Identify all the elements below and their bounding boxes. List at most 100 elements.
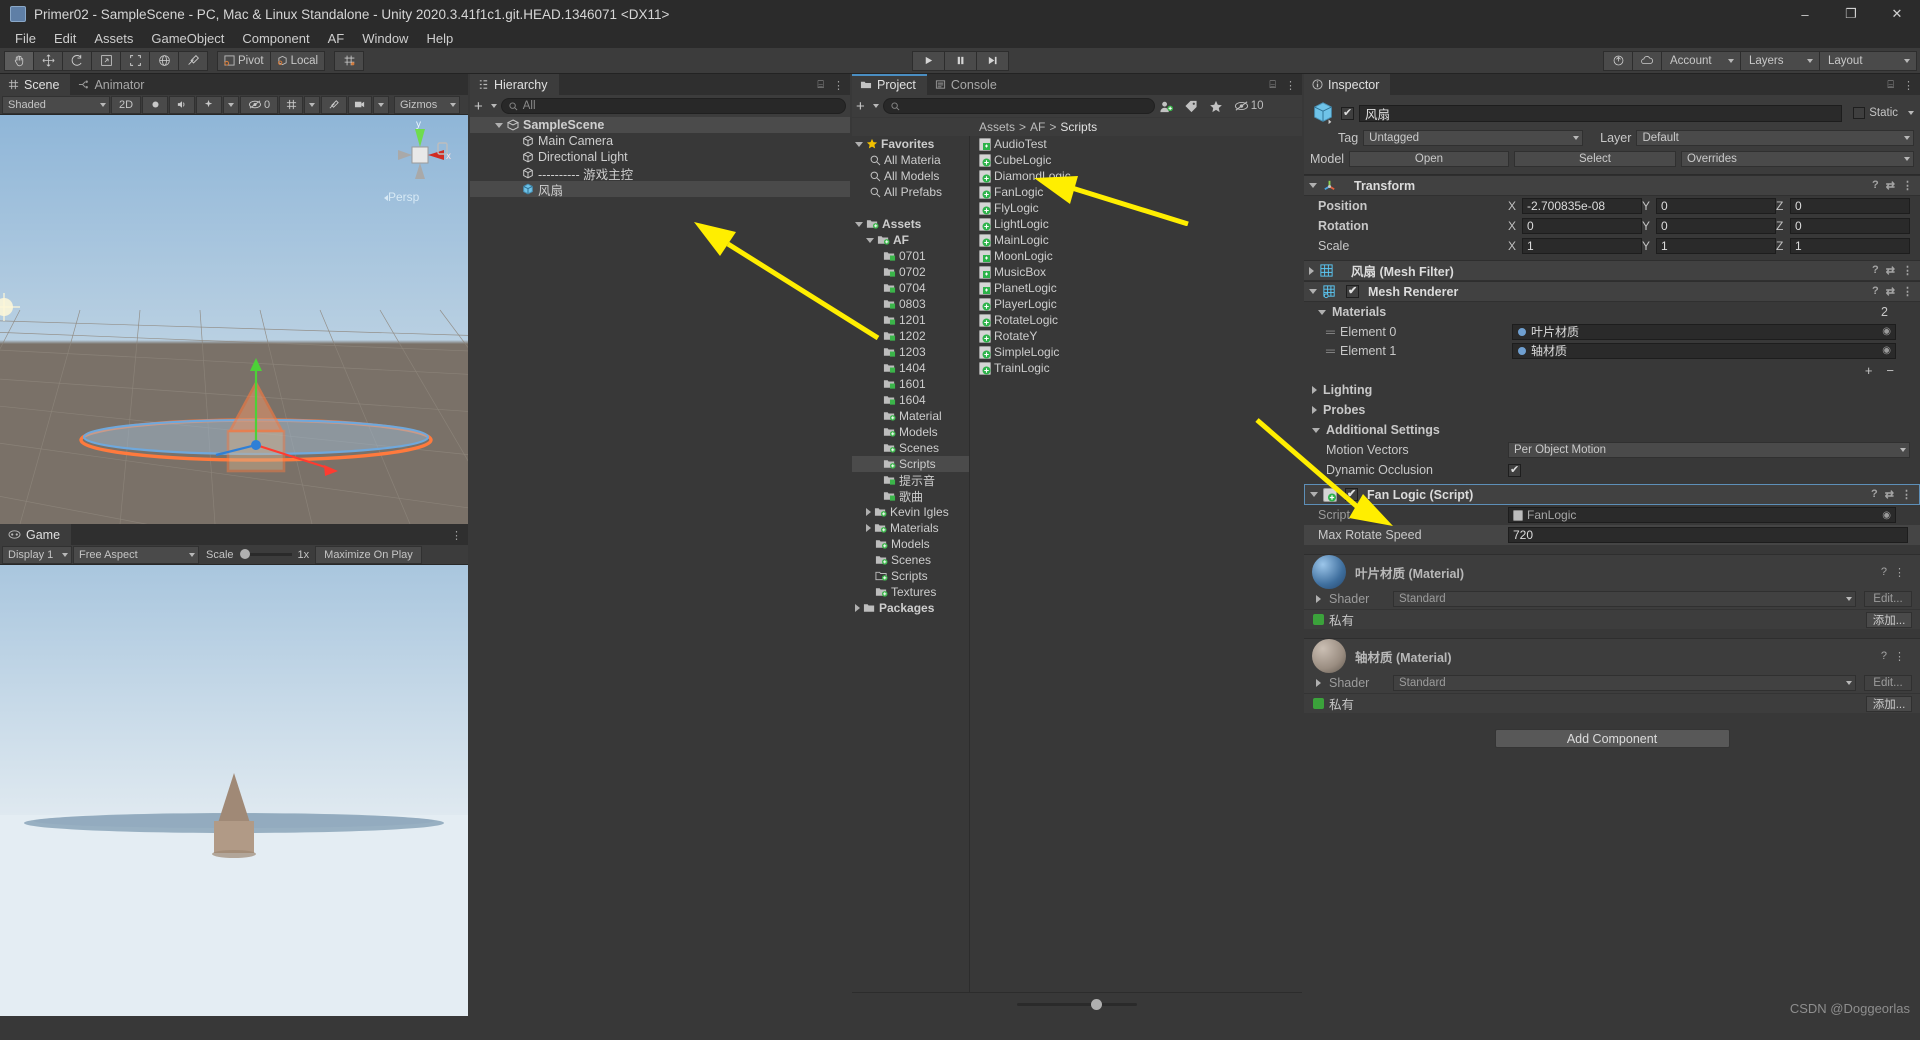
camera-dropdown[interactable] [373, 95, 389, 114]
chevron-right-icon[interactable] [1309, 266, 1314, 275]
mesh-renderer-enabled-checkbox[interactable] [1346, 284, 1359, 298]
chevron-right-icon[interactable] [866, 508, 871, 516]
cloud-icon[interactable] [1632, 50, 1662, 71]
material-1-add-button[interactable]: 添加... [1866, 695, 1912, 712]
chevron-down-icon[interactable] [1309, 183, 1317, 188]
collab-icon[interactable] [1603, 50, 1633, 71]
max-rotate-speed-input[interactable]: 720 [1508, 527, 1908, 543]
asset-item-fanlogic[interactable]: FanLogic [971, 184, 1302, 200]
chevron-down-icon[interactable] [855, 221, 863, 227]
tab-animator[interactable]: Animator [70, 74, 156, 95]
hierarchy-search-input[interactable]: All [500, 98, 846, 114]
hierarchy-item-game-controller[interactable]: ---------- 游戏主控 [470, 165, 850, 182]
kebab-menu-icon[interactable]: ⋮ [1903, 79, 1914, 92]
kebab-menu-icon[interactable]: ⋮ [1894, 650, 1905, 663]
material-0-private-checkbox[interactable] [1313, 614, 1324, 625]
rotation-x-input[interactable]: 0 [1522, 218, 1642, 234]
minimize-button[interactable]: – [1782, 0, 1828, 28]
material-0-shader-dropdown[interactable]: Standard [1393, 591, 1856, 607]
help-icon[interactable]: ? [1872, 285, 1879, 298]
custom-tool-icon[interactable] [178, 50, 208, 71]
step-button[interactable] [976, 50, 1009, 71]
layer-dropdown[interactable]: Default [1636, 130, 1914, 146]
material-1-private-checkbox[interactable] [1313, 698, 1324, 709]
menu-assets[interactable]: Assets [85, 29, 142, 48]
component-header-transform[interactable]: Transform ? ⇄ ⋮ [1304, 175, 1920, 196]
component-header-fan-logic[interactable]: Fan Logic (Script) ? ⇄ ⋮ [1304, 484, 1920, 505]
menu-file[interactable]: File [6, 29, 45, 48]
additional-settings-foldout-row[interactable]: Additional Settings [1304, 420, 1920, 440]
hierarchy-item-main-camera[interactable]: Main Camera [470, 133, 850, 149]
scene-tools-icon[interactable] [321, 95, 347, 114]
object-enabled-checkbox[interactable] [1341, 106, 1354, 120]
chevron-down-icon[interactable] [1318, 309, 1326, 315]
scale-y-input[interactable]: 1 [1656, 238, 1776, 254]
chevron-down-icon[interactable] [855, 141, 863, 147]
component-header-mesh-filter[interactable]: 风扇 (Mesh Filter) ? ⇄ ⋮ [1304, 260, 1920, 281]
space-toggle[interactable]: Local [269, 50, 326, 71]
material-0-edit-button[interactable]: Edit... [1864, 591, 1912, 607]
element-1-object-field[interactable]: 轴材质 ◉ [1512, 342, 1896, 359]
grid-dropdown[interactable] [304, 95, 320, 114]
maximize-on-play-button[interactable]: Maximize On Play [315, 545, 422, 564]
chevron-right-icon[interactable] [1312, 406, 1317, 414]
position-y-input[interactable]: 0 [1656, 198, 1776, 214]
thumbnail-size-slider[interactable] [1017, 999, 1137, 1010]
project-tree[interactable]: Favorites All Materia All Models All Pre… [852, 136, 970, 992]
tab-scene[interactable]: Scene [0, 74, 71, 95]
object-picker-icon[interactable]: ◉ [1882, 345, 1891, 356]
tab-game[interactable]: Game [0, 524, 72, 545]
help-icon[interactable]: ? [1872, 179, 1879, 192]
chevron-right-icon[interactable] [1316, 595, 1321, 603]
tab-project[interactable]: Project [852, 74, 927, 95]
material-0-add-button[interactable]: 添加... [1866, 611, 1912, 628]
menu-edit[interactable]: Edit [45, 29, 85, 48]
kebab-menu-icon[interactable]: ⋮ [1894, 566, 1905, 579]
hierarchy-item-fan[interactable]: 风扇 [470, 181, 850, 198]
breadcrumb-scripts[interactable]: Scripts [1060, 120, 1097, 134]
chevron-right-icon[interactable] [1312, 386, 1317, 394]
scene-lighting-icon[interactable] [142, 95, 168, 114]
move-tool-icon[interactable] [33, 50, 63, 71]
scale-slider[interactable] [239, 549, 292, 559]
material-add-button[interactable]: + [1865, 363, 1873, 378]
asset-item-lightlogic[interactable]: LightLogic [971, 216, 1302, 232]
project-add-button[interactable]: + [856, 98, 879, 115]
gizmos-dropdown[interactable]: Gizmos [394, 95, 460, 114]
preset-icon[interactable]: ⇄ [1885, 488, 1894, 501]
lock-icon[interactable]: ⌸ [817, 79, 824, 92]
lock-icon[interactable]: ⌸ [1887, 79, 1894, 92]
asset-item-audiotest[interactable]: AudioTest [971, 136, 1302, 152]
model-open-button[interactable]: Open [1349, 151, 1509, 167]
menu-af[interactable]: AF [319, 29, 354, 48]
motion-vectors-dropdown[interactable]: Per Object Motion [1508, 442, 1910, 458]
kebab-menu-icon[interactable]: ⋮ [1902, 285, 1913, 298]
rect-tool-icon[interactable] [120, 50, 150, 71]
hidden-assets-toggle[interactable]: 10 [1234, 100, 1264, 112]
static-checkbox[interactable] [1853, 107, 1866, 119]
scale-tool-icon[interactable] [91, 50, 121, 71]
project-file-list[interactable]: AudioTest CubeLogic DiamondLogic FanLogi… [971, 136, 1302, 992]
asset-item-mainlogic[interactable]: MainLogic [971, 232, 1302, 248]
hierarchy-list[interactable]: SampleScene Main Camera Directional Ligh… [470, 117, 850, 1016]
material-1-edit-button[interactable]: Edit... [1864, 675, 1912, 691]
fan-logic-enabled-checkbox[interactable] [1345, 487, 1358, 501]
menu-window[interactable]: Window [353, 29, 417, 48]
scene-grid-icon[interactable] [279, 95, 303, 114]
object-picker-icon[interactable]: ◉ [1882, 326, 1891, 337]
drag-handle-icon[interactable]: ═ [1326, 325, 1340, 339]
component-header-mesh-renderer[interactable]: Mesh Renderer ? ⇄ ⋮ [1304, 281, 1920, 302]
aspect-dropdown[interactable]: Free Aspect [73, 545, 199, 564]
chevron-down-icon[interactable] [866, 237, 874, 243]
grid-snap-icon[interactable] [334, 50, 365, 71]
kebab-menu-icon[interactable]: ⋮ [833, 79, 844, 92]
layers-dropdown[interactable]: Layers [1740, 50, 1820, 71]
maximize-button[interactable]: ❐ [1828, 0, 1874, 28]
object-picker-icon[interactable]: ◉ [1882, 510, 1891, 521]
material-1-shader-dropdown[interactable]: Standard [1393, 675, 1856, 691]
asset-item-flylogic[interactable]: FlyLogic [971, 200, 1302, 216]
play-button[interactable] [912, 50, 945, 71]
materials-foldout-row[interactable]: Materials 2 [1304, 302, 1920, 322]
menu-help[interactable]: Help [417, 29, 462, 48]
display-dropdown[interactable]: Display 1 [2, 545, 72, 564]
